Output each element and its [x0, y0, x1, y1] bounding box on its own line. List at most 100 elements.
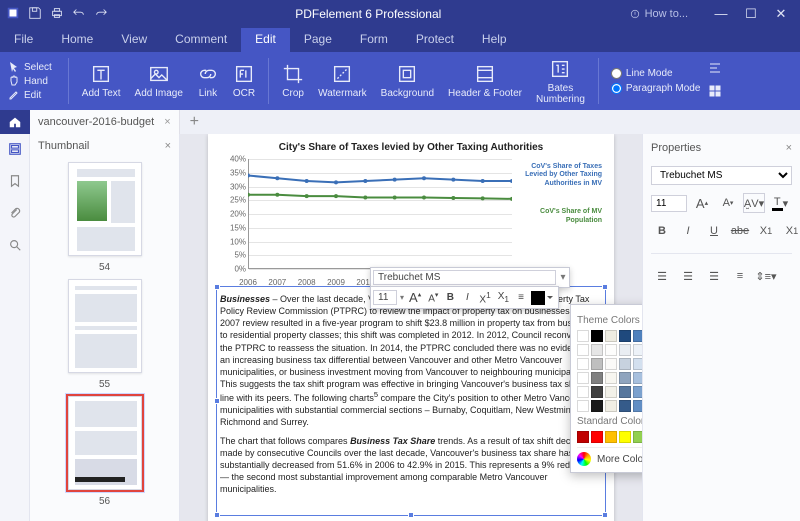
- close-button[interactable]: ✕: [768, 6, 794, 22]
- underline-icon[interactable]: U: [703, 221, 725, 241]
- menu-home[interactable]: Home: [47, 28, 107, 52]
- color-swatch[interactable]: [605, 386, 617, 398]
- color-swatch[interactable]: [577, 400, 589, 412]
- howto-search[interactable]: How to...: [629, 8, 688, 20]
- font-color-icon[interactable]: T▾: [769, 193, 791, 213]
- float-color-icon[interactable]: [531, 291, 545, 305]
- color-swatch[interactable]: [605, 358, 617, 370]
- menu-view[interactable]: View: [107, 28, 161, 52]
- thumbnail-page[interactable]: [68, 162, 142, 256]
- superscript-icon[interactable]: X1: [755, 221, 777, 241]
- bookmarks-nav-icon[interactable]: [6, 172, 24, 190]
- more-colors-button[interactable]: More Colors: [577, 447, 642, 466]
- link-button[interactable]: Link: [190, 63, 226, 99]
- color-swatch[interactable]: [591, 431, 603, 443]
- color-swatch[interactable]: [605, 372, 617, 384]
- color-swatch[interactable]: [633, 358, 642, 370]
- float-italic-icon[interactable]: I: [460, 291, 474, 304]
- close-tab-icon[interactable]: ×: [164, 116, 170, 128]
- hand-tool[interactable]: Hand: [8, 75, 52, 87]
- color-swatch[interactable]: [633, 431, 642, 443]
- floating-font-toolbar[interactable]: Trebuchet MS ▾: [370, 267, 570, 288]
- add-image-button[interactable]: Add Image: [128, 63, 190, 99]
- menu-file[interactable]: File: [0, 28, 47, 52]
- undo-icon[interactable]: [72, 6, 86, 23]
- thumbnail-page-selected[interactable]: [68, 396, 142, 490]
- float-size-field[interactable]: 11: [373, 290, 397, 305]
- color-swatch[interactable]: [633, 344, 642, 356]
- redo-icon[interactable]: [94, 6, 108, 23]
- shrink-font-icon[interactable]: A▾: [717, 193, 739, 213]
- menu-page[interactable]: Page: [290, 28, 346, 52]
- color-swatch[interactable]: [591, 400, 603, 412]
- float-shrink-font-icon[interactable]: A▾: [426, 290, 440, 305]
- line-mode-radio[interactable]: Line Mode: [611, 68, 701, 79]
- float-superscript-icon[interactable]: X1: [477, 289, 492, 306]
- menu-edit[interactable]: Edit: [241, 28, 290, 52]
- header-footer-button[interactable]: Header & Footer: [441, 63, 529, 99]
- color-swatch[interactable]: [605, 400, 617, 412]
- close-thumbnail-panel[interactable]: ×: [165, 140, 171, 152]
- watermark-button[interactable]: Watermark: [311, 63, 374, 99]
- color-swatch[interactable]: [577, 358, 589, 370]
- bates-numbering-button[interactable]: Bates Numbering: [529, 58, 592, 105]
- thumbnail-page[interactable]: [68, 279, 142, 373]
- italic-icon[interactable]: I: [677, 221, 699, 241]
- floating-format-toolbar[interactable]: 11▾ A▴ A▾ B I X1 X1 ≡: [370, 286, 559, 309]
- paragraph-mode-radio[interactable]: Paragraph Mode: [611, 83, 701, 94]
- float-subscript-icon[interactable]: X1: [496, 290, 511, 305]
- crop-button[interactable]: Crop: [275, 63, 311, 99]
- align-justify-icon[interactable]: ≡: [729, 266, 751, 286]
- thumbnails-nav-icon[interactable]: [6, 140, 24, 158]
- maximize-button[interactable]: ☐: [738, 6, 764, 22]
- ocr-button[interactable]: OCR: [226, 63, 262, 99]
- color-swatch[interactable]: [619, 358, 631, 370]
- menu-comment[interactable]: Comment: [161, 28, 241, 52]
- color-swatch[interactable]: [605, 431, 617, 443]
- color-swatch[interactable]: [591, 386, 603, 398]
- float-font-select[interactable]: Trebuchet MS: [373, 270, 556, 285]
- color-swatch[interactable]: [619, 344, 631, 356]
- color-swatch[interactable]: [633, 400, 642, 412]
- color-swatch[interactable]: [577, 372, 589, 384]
- float-align-icon[interactable]: ≡: [514, 291, 528, 304]
- attachments-nav-icon[interactable]: [6, 204, 24, 222]
- options-icon[interactable]: [708, 84, 722, 101]
- char-spacing-icon[interactable]: A͍V▾: [743, 193, 765, 213]
- select-tool[interactable]: Select: [8, 61, 52, 73]
- float-bold-icon[interactable]: B: [443, 291, 457, 304]
- edit-tool[interactable]: Edit: [8, 89, 52, 101]
- color-swatch[interactable]: [591, 372, 603, 384]
- new-tab-button[interactable]: +: [180, 113, 209, 131]
- color-swatch[interactable]: [605, 344, 617, 356]
- align-right-icon[interactable]: ☰: [703, 266, 725, 286]
- float-grow-font-icon[interactable]: A▴: [407, 289, 423, 306]
- save-icon[interactable]: [28, 6, 42, 23]
- color-swatch[interactable]: [577, 330, 589, 342]
- color-swatch[interactable]: [619, 372, 631, 384]
- search-nav-icon[interactable]: [6, 236, 24, 254]
- color-swatch[interactable]: [591, 330, 603, 342]
- font-size-input[interactable]: [651, 195, 687, 212]
- color-swatch[interactable]: [577, 386, 589, 398]
- color-swatch[interactable]: [577, 344, 589, 356]
- menu-help[interactable]: Help: [468, 28, 521, 52]
- color-swatch[interactable]: [591, 358, 603, 370]
- color-swatch[interactable]: [605, 330, 617, 342]
- align-center-icon[interactable]: ☰: [677, 266, 699, 286]
- background-button[interactable]: Background: [374, 63, 441, 99]
- close-properties-panel[interactable]: ×: [786, 142, 792, 154]
- document-canvas[interactable]: City's Share of Taxes levied by Other Ta…: [180, 134, 642, 521]
- menu-form[interactable]: Form: [346, 28, 402, 52]
- bold-icon[interactable]: B: [651, 221, 673, 241]
- align-left-icon[interactable]: ☰: [651, 266, 673, 286]
- font-family-select[interactable]: Trebuchet MS: [651, 166, 792, 185]
- home-tab-button[interactable]: [0, 110, 30, 134]
- color-swatch[interactable]: [619, 386, 631, 398]
- color-swatch[interactable]: [633, 386, 642, 398]
- line-spacing-icon[interactable]: ⇕≡▾: [755, 266, 777, 286]
- minimize-button[interactable]: —: [708, 6, 734, 22]
- menu-protect[interactable]: Protect: [402, 28, 468, 52]
- strike-icon[interactable]: abe: [729, 221, 751, 241]
- color-swatch[interactable]: [619, 431, 631, 443]
